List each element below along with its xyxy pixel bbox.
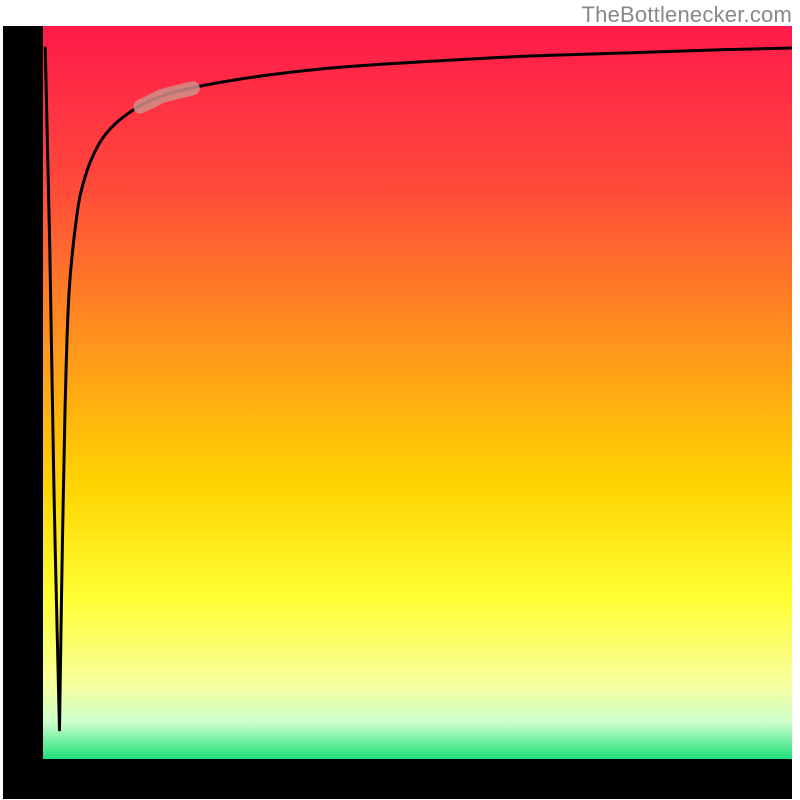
x-axis-bar <box>3 759 792 799</box>
plot-background-gradient <box>43 26 792 759</box>
bottleneck-chart <box>0 0 800 800</box>
chart-stage: TheBottlenecker.com <box>0 0 800 800</box>
y-axis-bar <box>3 26 43 799</box>
watermark-text: TheBottlenecker.com <box>582 2 792 28</box>
